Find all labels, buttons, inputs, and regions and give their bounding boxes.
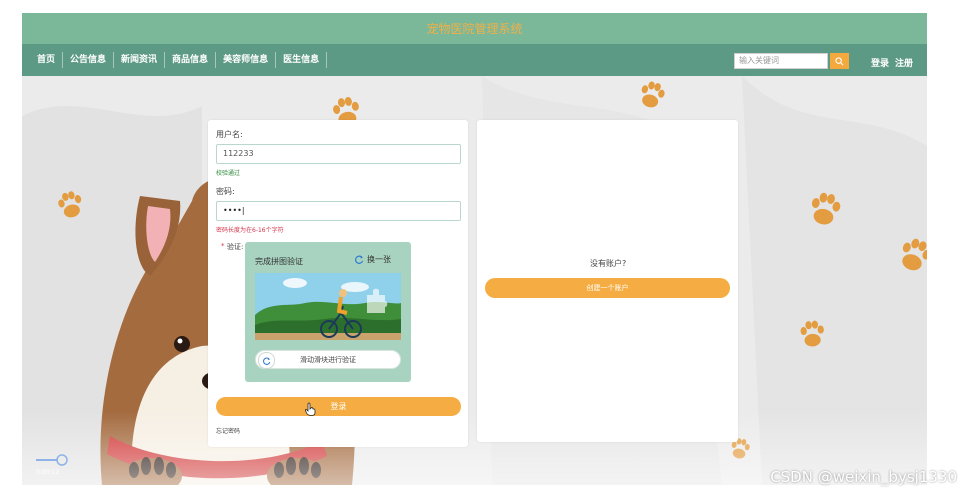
username-field[interactable]: 112233	[216, 144, 461, 164]
background-illustration: 0:00:12	[22, 76, 927, 485]
password-field[interactable]: ••••|	[216, 201, 461, 221]
search-input[interactable]: 输入关键词	[734, 53, 828, 69]
username-label: 用户名:	[216, 130, 243, 139]
nav-item-products[interactable]: 商品信息	[165, 52, 217, 68]
login-link[interactable]: 登录	[871, 56, 889, 69]
required-mark: *	[221, 242, 225, 250]
captcha-label: 验证:	[227, 243, 244, 251]
hand-cursor-icon	[305, 402, 316, 416]
title-bar: 宠物医院管理系统	[22, 13, 927, 44]
app-title: 宠物医院管理系统	[426, 22, 523, 36]
watermark: CSDN @weixin_bysj1330	[770, 468, 957, 486]
slider-instruction: 滑动滑块进行验证	[300, 356, 356, 364]
register-panel: 没有账户? 创建一个账户	[477, 120, 738, 442]
nav-item-announcements[interactable]: 公告信息	[63, 52, 115, 68]
nav-item-news[interactable]: 新闻资讯	[114, 52, 166, 68]
refresh-icon	[355, 255, 364, 264]
nav-item-doctors[interactable]: 医生信息	[276, 52, 328, 68]
no-account-text: 没有账户?	[590, 259, 627, 268]
register-link[interactable]: 注册	[895, 56, 913, 69]
nav-item-home[interactable]: 首页	[30, 52, 64, 68]
captcha-refresh-button[interactable]: 换一张	[355, 254, 391, 265]
password-hint: 密码长度为在6-16个字符	[216, 227, 284, 234]
create-account-button[interactable]: 创建一个账户	[485, 278, 730, 298]
login-submit-button[interactable]: 登录	[216, 397, 461, 416]
search-button[interactable]	[830, 53, 849, 69]
nav-item-groomers[interactable]: 美容师信息	[216, 52, 277, 68]
captcha-refresh-label: 换一张	[367, 255, 391, 264]
captcha-slider-track[interactable]: 滑动滑块进行验证	[255, 350, 401, 369]
username-hint: 校验通过	[216, 170, 241, 177]
captcha-slider-handle[interactable]	[258, 352, 275, 369]
captcha-puzzle-image	[255, 273, 401, 340]
video-time: 0:00:12	[36, 469, 59, 476]
slider-refresh-icon	[262, 357, 270, 365]
forgot-password-link[interactable]: 忘记密码	[216, 426, 240, 435]
search-icon	[835, 56, 844, 65]
captcha-title: 完成拼图验证	[255, 257, 303, 266]
captcha-widget: 完成拼图验证 换一张 滑动滑块进行验证	[245, 242, 411, 382]
app-window: 宠物医院管理系统 首页 公告信息 新闻资讯 商品信息 美容师信息 医生信息 输入…	[22, 13, 927, 485]
password-label: 密码:	[216, 187, 235, 196]
nav-menu: 首页 公告信息 新闻资讯 商品信息 美容师信息 医生信息	[30, 44, 328, 76]
nav-bar: 首页 公告信息 新闻资讯 商品信息 美容师信息 医生信息 输入关键词 登录 注册	[22, 44, 927, 76]
